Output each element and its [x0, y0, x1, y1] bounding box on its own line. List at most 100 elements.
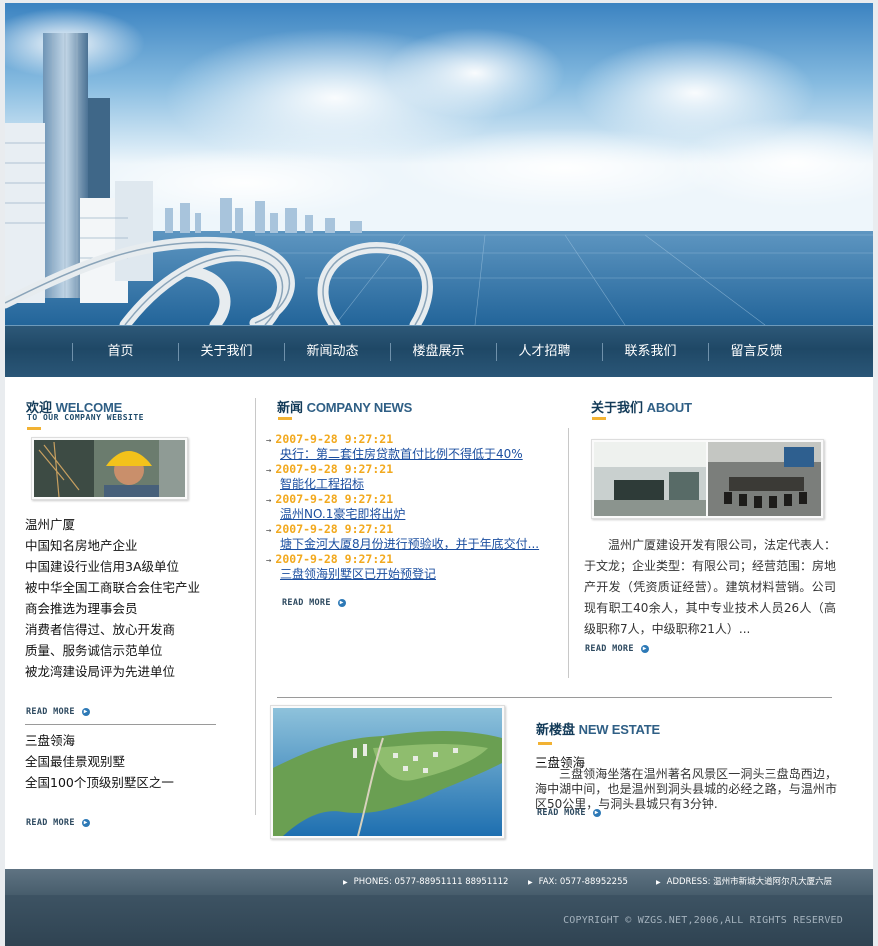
news-item: → 2007-9-28 9:27:21 央行：第二套住房贷款首付比例不得低于40%: [266, 432, 566, 462]
news-title-cn: 新闻: [277, 400, 304, 415]
list-item: 三盘领海: [25, 733, 76, 748]
news-item: → 2007-9-28 9:27:21 三盘领海别墅区已开始预登记: [266, 552, 566, 582]
footer-fax: ▶ FAX: 0577-88952255: [528, 869, 628, 895]
nav-item-jobs[interactable]: 人才招聘: [492, 326, 597, 378]
footer-contact-bar: ▶ PHONES: 0577-88951111 88951112 ▶ FAX: 05…: [5, 869, 873, 895]
news-date-text: 2007-9-28 9:27:21: [275, 552, 394, 566]
office-photo: [591, 439, 824, 519]
main-navigation: 首页 关于我们 新闻动态 楼盘展示 人才招聘 联系我们 留言反馈: [5, 325, 873, 377]
news-date: → 2007-9-28 9:27:21: [266, 432, 566, 447]
circle-arrow-icon: ▶: [592, 808, 601, 817]
list-item: 中国建设行业信用3A级单位: [25, 559, 180, 574]
news-date: → 2007-9-28 9:27:21: [266, 462, 566, 477]
estate-aerial-photo[interactable]: [270, 705, 505, 839]
news-date-text: 2007-9-28 9:27:21: [275, 492, 394, 506]
about-description: 温州广厦建设开发有限公司，法定代表人：于文龙；企业类型：有限公司；经营范围：房地…: [584, 538, 837, 636]
news-heading-accent: [278, 417, 292, 420]
circle-arrow-icon: ▶: [640, 644, 649, 653]
read-more-label: READ MORE: [26, 818, 75, 828]
triangle-right-icon: ▶: [656, 879, 661, 886]
about-title-cn: 关于我们: [591, 400, 644, 415]
news-date: → 2007-9-28 9:27:21: [266, 552, 566, 567]
list-item: 全国最佳景观别墅: [25, 754, 126, 769]
estate-read-more-link[interactable]: READ MORE ▶: [537, 808, 601, 818]
circle-arrow-icon: ▶: [81, 707, 90, 716]
villa-list: 三盘领海 全国最佳景观别墅 全国100个顶级别墅区之一: [25, 730, 174, 793]
news-title-en: COMPANY NEWS: [306, 400, 413, 415]
nav-item-properties[interactable]: 楼盘展示: [386, 326, 491, 378]
footer-phones: ▶ PHONES: 0577-88951111 88951112: [343, 869, 508, 895]
estate-heading-accent: [538, 742, 552, 745]
news-link[interactable]: 三盘领海别墅区已开始预登记: [266, 567, 566, 582]
estate-description: 三盘领海坐落在温州著名风景区一洞头三盘岛西边，海中湖中间，也是温州到洞头县城的必…: [535, 767, 837, 811]
footer-fax-text: FAX: 0577-88952255: [538, 877, 628, 887]
footer-address: ▶ ADDRESS: 温州市新城大道阿尔凡大厦六层: [656, 869, 832, 895]
divider: [277, 697, 832, 698]
news-link[interactable]: 塘下金河大厦8月份进行预验收，并于年底交付...: [266, 537, 566, 552]
welcome-subtitle: TO OUR COMPANY WEBSITE: [27, 413, 144, 422]
header-banner: [5, 3, 873, 325]
news-date-text: 2007-9-28 9:27:21: [275, 522, 394, 536]
news-list: → 2007-9-28 9:27:21 央行：第二套住房贷款首付比例不得低于40%…: [266, 432, 566, 582]
welcome-heading-accent: [27, 427, 41, 430]
list-item: 被龙湾建设局评为先进单位: [25, 664, 176, 679]
estate-title-cn: 新楼盘: [536, 722, 576, 737]
estate-title-en: NEW ESTATE: [578, 722, 660, 737]
worker-photo: [31, 437, 188, 500]
news-read-more-link[interactable]: READ MORE ▶: [282, 598, 346, 608]
about-heading-accent: [592, 417, 606, 420]
news-link[interactable]: 温州NO.1豪宅即将出炉: [266, 507, 566, 522]
nav-item-home[interactable]: 首页: [68, 326, 173, 378]
honors-list: 温州广厦 中国知名房地产企业 中国建设行业信用3A级单位 被中华全国工商联合会住…: [25, 514, 200, 682]
copyright-text: COPYRIGHT © WZGS.NET,2006,ALL RIGHTS RES…: [563, 915, 843, 926]
nav-item-contact[interactable]: 联系我们: [598, 326, 703, 378]
about-title-en: ABOUT: [646, 400, 692, 415]
circle-arrow-icon: ▶: [337, 598, 346, 607]
about-read-more-link[interactable]: READ MORE ▶: [585, 644, 649, 654]
read-more-label: READ MORE: [537, 808, 586, 818]
list-item: 消费者信得过、放心开发商: [25, 622, 176, 637]
city-skyline-illustration: [5, 3, 873, 325]
list-item: 全国100个顶级别墅区之一: [25, 775, 174, 790]
triangle-right-icon: ▶: [343, 879, 348, 886]
news-link[interactable]: 智能化工程招标: [266, 477, 566, 492]
list-item: 商会推选为理事会员: [25, 601, 138, 616]
column-divider: [568, 428, 569, 678]
read-more-label: READ MORE: [585, 644, 634, 654]
news-date-text: 2007-9-28 9:27:21: [275, 462, 394, 476]
nav-item-feedback[interactable]: 留言反馈: [704, 326, 809, 378]
circle-arrow-icon: ▶: [81, 818, 90, 827]
news-date-text: 2007-9-28 9:27:21: [275, 432, 394, 446]
about-heading: 关于我们 ABOUT: [591, 397, 692, 416]
page-frame: 首页 关于我们 新闻动态 楼盘展示 人才招聘 联系我们 留言反馈 欢迎 WELC…: [5, 3, 873, 946]
estate-heading: 新楼盘 NEW ESTATE: [536, 719, 660, 738]
footer-phones-text: PHONES: 0577-88951111 88951112: [353, 877, 509, 887]
news-item: → 2007-9-28 9:27:21 温州NO.1豪宅即将出炉: [266, 492, 566, 522]
divider: [25, 724, 216, 725]
footer: COPYRIGHT © WZGS.NET,2006,ALL RIGHTS RES…: [5, 895, 873, 946]
news-item: → 2007-9-28 9:27:21 塘下金河大厦8月份进行预验收，并于年底交付…: [266, 522, 566, 552]
news-date: → 2007-9-28 9:27:21: [266, 522, 566, 537]
footer-address-text: ADDRESS: 温州市新城大道阿尔凡大厦六层: [666, 877, 833, 887]
villa-read-more-link[interactable]: READ MORE ▶: [26, 818, 90, 828]
arrow-right-icon: →: [266, 496, 272, 506]
list-item: 中国知名房地产企业: [25, 538, 138, 553]
arrow-right-icon: →: [266, 466, 272, 476]
arrow-right-icon: →: [266, 436, 272, 446]
list-item: 被中华全国工商联合会住宅产业: [25, 580, 201, 595]
list-item: 温州广厦: [25, 517, 76, 532]
column-divider: [255, 398, 256, 815]
read-more-label: READ MORE: [282, 598, 331, 608]
triangle-right-icon: ▶: [528, 879, 533, 886]
news-heading: 新闻 COMPANY NEWS: [277, 397, 412, 416]
news-item: → 2007-9-28 9:27:21 智能化工程招标: [266, 462, 566, 492]
news-date: → 2007-9-28 9:27:21: [266, 492, 566, 507]
news-link[interactable]: 央行：第二套住房贷款首付比例不得低于40%: [266, 447, 566, 462]
nav-item-news[interactable]: 新闻动态: [280, 326, 385, 378]
nav-item-about[interactable]: 关于我们: [174, 326, 279, 378]
welcome-read-more-link[interactable]: READ MORE ▶: [26, 707, 90, 717]
read-more-label: READ MORE: [26, 707, 75, 717]
list-item: 质量、服务诚信示范单位: [25, 643, 163, 658]
arrow-right-icon: →: [266, 526, 272, 536]
arrow-right-icon: →: [266, 556, 272, 566]
